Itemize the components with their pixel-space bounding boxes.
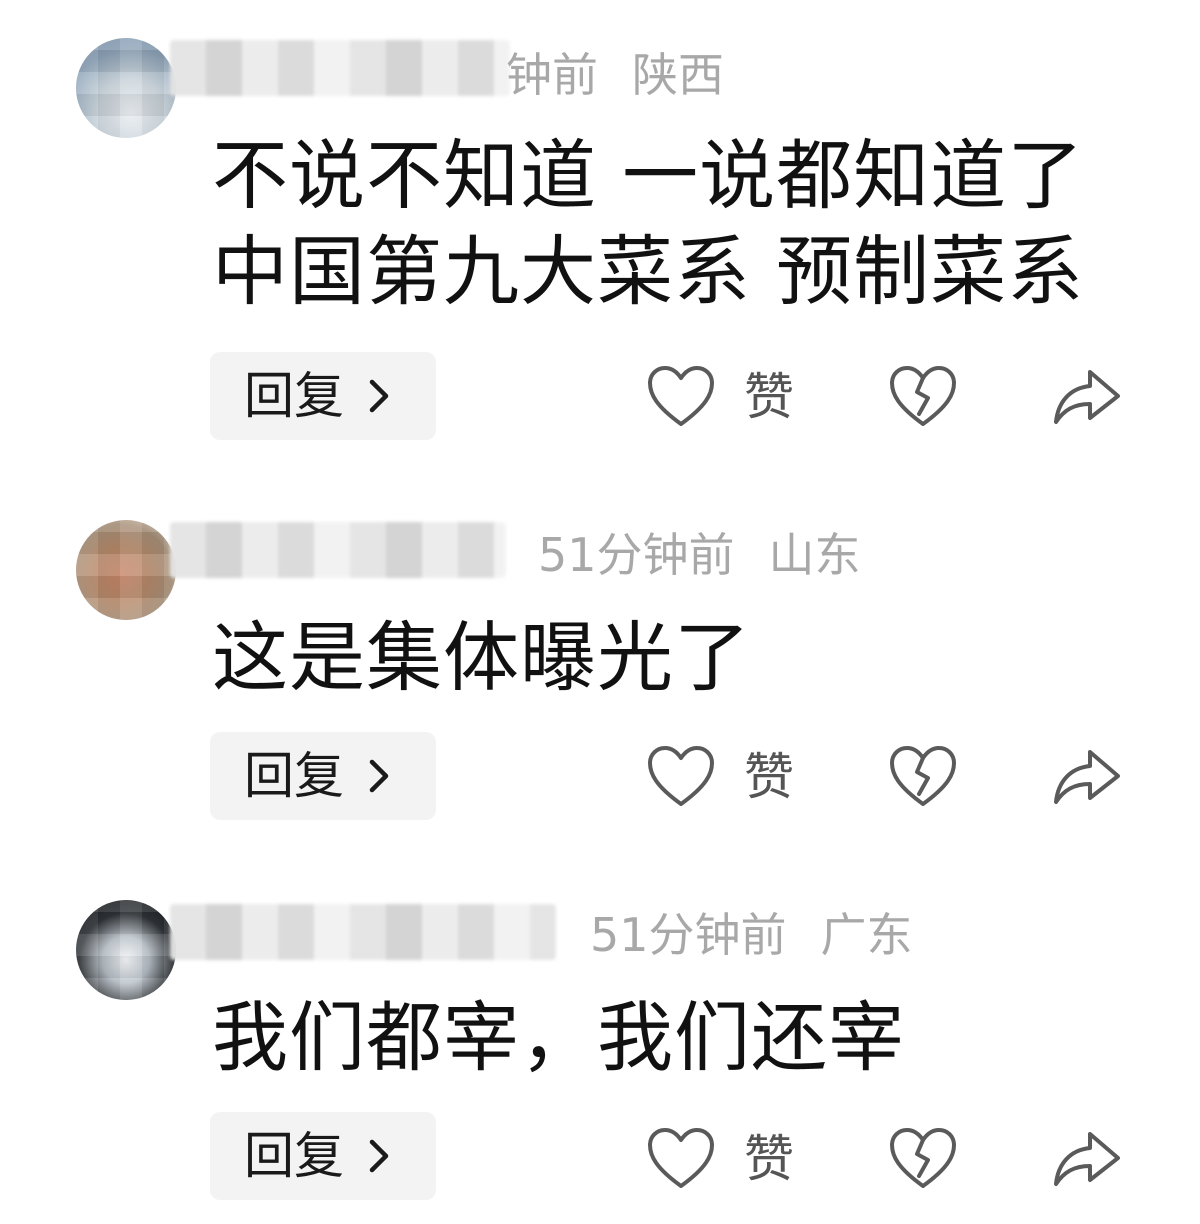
like-label[interactable]: 赞 <box>744 752 794 802</box>
broken-heart-icon[interactable] <box>888 744 958 810</box>
like-label[interactable]: 赞 <box>744 1134 794 1184</box>
heart-outline-icon[interactable] <box>646 364 716 430</box>
share-arrow-icon[interactable] <box>1050 742 1124 808</box>
heart-outline-icon[interactable] <box>646 1126 716 1192</box>
comment-time: 钟前 <box>506 48 598 102</box>
share-arrow-icon[interactable] <box>1050 362 1124 428</box>
reply-label: 回复 <box>244 1127 344 1185</box>
reply-button[interactable]: 回复 <box>210 352 436 440</box>
comment-meta: 51分钟前 山东 <box>538 532 861 578</box>
username-blurred[interactable] <box>170 40 510 96</box>
broken-heart-icon[interactable] <box>888 1126 958 1192</box>
reply-button[interactable]: 回复 <box>210 732 436 820</box>
comment-text: 这是集体曝光了 <box>212 613 751 702</box>
comment-meta: 钟前 陕西 <box>506 52 724 98</box>
avatar[interactable] <box>76 520 176 620</box>
username-blurred[interactable] <box>170 522 506 578</box>
comment-time: 51分钟前 <box>590 908 787 962</box>
comment-location: 山东 <box>768 528 861 582</box>
chevron-right-icon <box>369 759 389 793</box>
reply-button[interactable]: 回复 <box>210 1112 436 1200</box>
share-arrow-icon[interactable] <box>1050 1124 1124 1190</box>
comment-time: 51分钟前 <box>538 528 735 582</box>
broken-heart-icon[interactable] <box>888 364 958 430</box>
chevron-right-icon <box>369 1139 389 1173</box>
comment-location: 陕西 <box>632 48 724 102</box>
comment-meta: 51分钟前 广东 <box>590 912 913 958</box>
heart-outline-icon[interactable] <box>646 744 716 810</box>
reply-label: 回复 <box>244 367 344 425</box>
like-label[interactable]: 赞 <box>744 372 794 422</box>
avatar[interactable] <box>76 38 176 138</box>
chevron-right-icon <box>369 379 389 413</box>
comment-location: 广东 <box>820 908 913 962</box>
reply-label: 回复 <box>244 747 344 805</box>
comment-text: 不说不知道 一说都知道了 中国第九大菜系 预制菜系 <box>212 131 1085 316</box>
comment-text: 我们都宰，我们还宰 <box>212 993 905 1082</box>
username-blurred[interactable] <box>170 904 556 960</box>
avatar[interactable] <box>76 900 176 1000</box>
